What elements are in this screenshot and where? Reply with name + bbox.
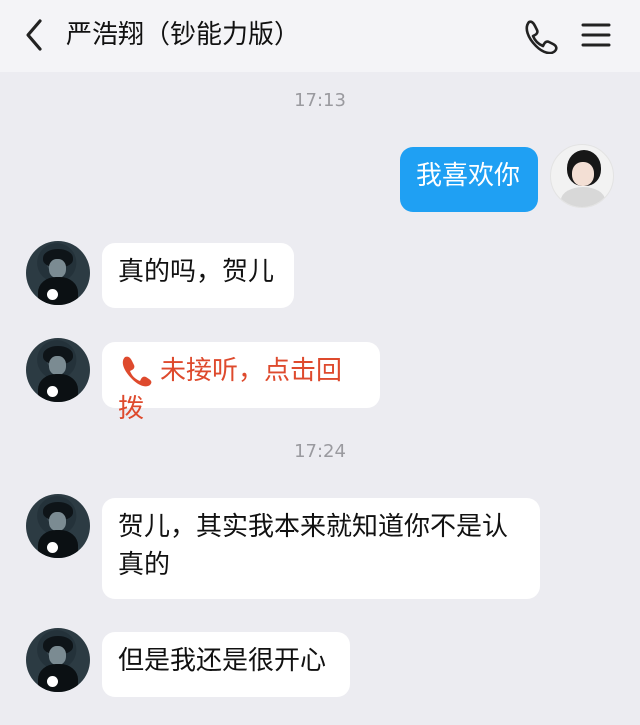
incoming-message-bubble[interactable]: 贺儿，其实我本来就知道你不是认真的 xyxy=(102,498,540,599)
contact-avatar[interactable] xyxy=(26,628,90,692)
chat-header: 严浩翔（钞能力版） xyxy=(0,0,640,72)
missed-call-icon xyxy=(122,356,152,386)
message-timestamp: 17:24 xyxy=(294,441,346,462)
my-avatar[interactable] xyxy=(550,144,614,208)
message-text: 但是我还是很开心 xyxy=(118,646,327,676)
message-text: 我喜欢你 xyxy=(416,161,521,191)
phone-icon xyxy=(525,20,558,55)
voice-call-button[interactable] xyxy=(520,16,558,55)
back-button[interactable] xyxy=(18,16,52,54)
message-text: 贺儿，其实我本来就知道你不是认真的 xyxy=(118,512,509,580)
contact-avatar[interactable] xyxy=(26,494,90,558)
chevron-left-icon xyxy=(26,19,42,51)
message-text: 真的吗，贺儿 xyxy=(118,257,275,287)
message-timestamp: 17:13 xyxy=(294,90,346,111)
menu-icon xyxy=(581,23,611,47)
contact-avatar[interactable] xyxy=(26,338,90,402)
contact-avatar[interactable] xyxy=(26,241,90,305)
incoming-message-bubble[interactable]: 但是我还是很开心 xyxy=(102,632,350,697)
chat-title: 严浩翔（钞能力版） xyxy=(66,20,301,50)
outgoing-message-bubble[interactable]: 我喜欢你 xyxy=(400,147,538,212)
incoming-message-bubble[interactable]: 真的吗，贺儿 xyxy=(102,243,294,308)
missed-call-bubble[interactable]: 未接听，点击回拨 xyxy=(102,342,380,424)
chat-menu-button[interactable] xyxy=(578,18,614,52)
